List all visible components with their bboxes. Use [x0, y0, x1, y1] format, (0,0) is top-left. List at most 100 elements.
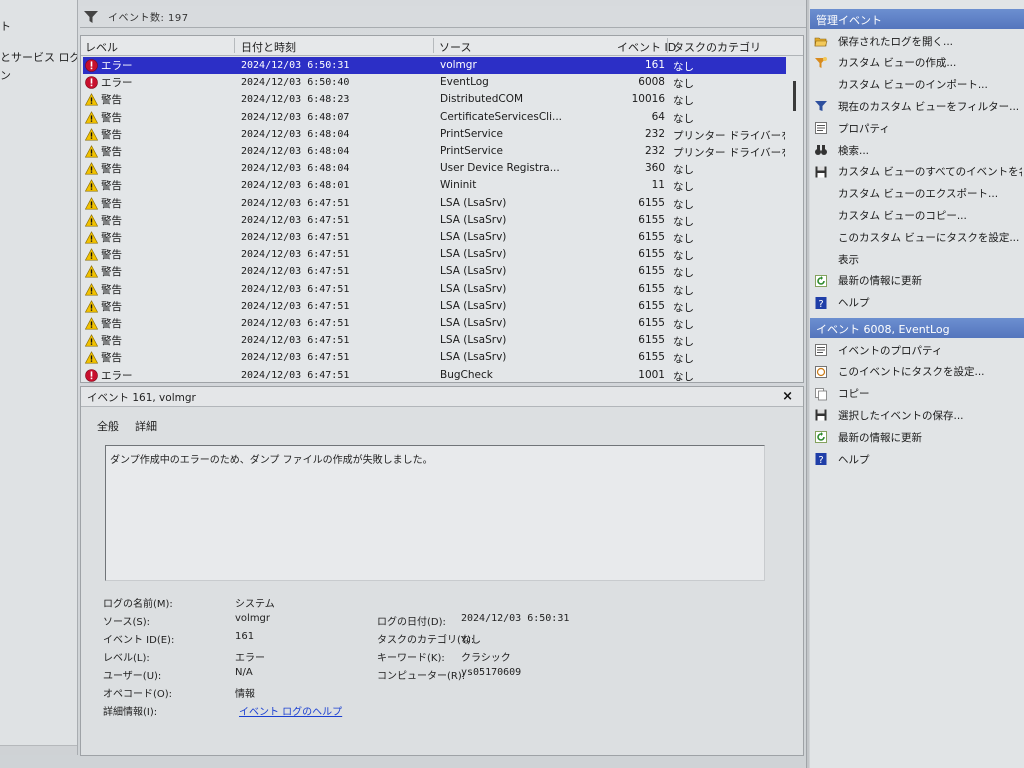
- actions-section-header-admin-events[interactable]: 管理イベント: [810, 9, 1024, 29]
- action-label: コピー: [838, 388, 870, 401]
- keywords-label: キーワード(K):: [377, 653, 445, 664]
- log-name-label: ログの名前(M):: [103, 599, 173, 610]
- event-row[interactable]: 警告 2024/12/03 6:48:04 PrintService 232 プリンター…: [83, 143, 786, 160]
- action-item[interactable]: 検索...: [814, 141, 1022, 159]
- event-row[interactable]: エラー 2024/12/03 6:50:40 EventLog 6008 なし: [83, 74, 786, 91]
- column-separator[interactable]: [667, 38, 668, 53]
- event-log-help-link[interactable]: イベント ログのヘルプ: [239, 703, 342, 718]
- event-row[interactable]: 警告 2024/12/03 6:47:51 LSA (LsaSrv) 6155 なし: [83, 212, 786, 229]
- action-label: 保存されたログを開く...: [838, 35, 954, 48]
- event-source-cell: LSA (LsaSrv): [440, 334, 507, 347]
- event-row[interactable]: 警告 2024/12/03 6:47:51 LSA (LsaSrv) 6155 なし: [83, 298, 786, 315]
- column-header-source[interactable]: ソース: [439, 39, 471, 55]
- action-item[interactable]: ? ヘルプ: [814, 450, 1022, 468]
- event-level-cell: 警告: [85, 160, 235, 177]
- event-row[interactable]: 警告 2024/12/03 6:48:23 DistributedCOM 10016 な…: [83, 91, 786, 108]
- pane-splitter[interactable]: [806, 0, 809, 768]
- action-label: ヘルプ: [838, 453, 870, 466]
- event-row[interactable]: 警告 2024/12/03 6:47:51 LSA (LsaSrv) 6155 なし: [83, 332, 786, 349]
- action-item[interactable]: プロパティ: [814, 119, 1022, 137]
- event-row[interactable]: 警告 2024/12/03 6:47:51 LSA (LsaSrv) 6155 なし: [83, 195, 786, 212]
- warning-icon: [85, 213, 98, 227]
- tab-details[interactable]: 詳細: [135, 418, 157, 435]
- close-icon[interactable]: ×: [782, 389, 793, 404]
- tab-general[interactable]: 全般: [97, 418, 119, 435]
- event-row[interactable]: 警告 2024/12/03 6:48:04 User Device Registra…: [83, 160, 786, 177]
- event-row[interactable]: 警告 2024/12/03 6:47:51 LSA (LsaSrv) 6155 なし: [83, 349, 786, 366]
- action-item[interactable]: 表示: [814, 250, 1022, 268]
- event-source-cell: LSA (LsaSrv): [440, 231, 507, 243]
- actions-section-header-selected-event[interactable]: イベント 6008, EventLog: [810, 318, 1024, 338]
- event-category-cell: なし: [673, 301, 694, 314]
- column-header-date[interactable]: 日付と時刻: [241, 39, 296, 55]
- action-item[interactable]: ? ヘルプ: [814, 294, 1022, 312]
- filter-icon: [815, 101, 827, 112]
- action-item[interactable]: 最新の情報に更新: [814, 272, 1022, 290]
- action-item[interactable]: イベントのプロパティ: [814, 341, 1022, 359]
- event-row[interactable]: 警告 2024/12/03 6:48:04 PrintService 232 プリンター…: [83, 126, 786, 143]
- event-row[interactable]: 警告 2024/12/03 6:47:51 LSA (LsaSrv) 6155 なし: [83, 281, 786, 298]
- action-item[interactable]: 現在のカスタム ビューをフィルター...: [814, 97, 1022, 115]
- action-label: 現在のカスタム ビューをフィルター...: [838, 100, 1020, 113]
- event-date-cell: 2024/12/03 6:47:51: [241, 249, 350, 261]
- action-label: カスタム ビューのインポート...: [838, 79, 988, 92]
- action-item[interactable]: カスタム ビューの作成...: [814, 54, 1022, 72]
- tree-item-1[interactable]: ト: [0, 18, 11, 34]
- event-level-cell: 警告: [85, 281, 235, 298]
- event-level-text: 警告: [101, 352, 122, 365]
- event-level-text: 警告: [101, 266, 122, 279]
- event-date-cell: 2024/12/03 6:47:51: [241, 266, 350, 278]
- tree-item-services-logs[interactable]: とサービス ログ: [0, 49, 77, 65]
- save-icon: [815, 166, 827, 178]
- event-date-cell: 2024/12/03 6:47:51: [241, 352, 350, 364]
- event-list: レベル 日付と時刻 ソース イベント ID タスクのカテゴリ エラー 2024/1…: [80, 35, 804, 383]
- action-item[interactable]: このカスタム ビューにタスクを設定...: [814, 228, 1022, 246]
- column-header-category[interactable]: タスクのカテゴリ: [673, 39, 761, 55]
- action-item[interactable]: 保存されたログを開く...: [814, 32, 1022, 50]
- event-row[interactable]: エラー 2024/12/03 6:47:51 BugCheck 1001 なし: [83, 367, 786, 382]
- task-category-label: タスクのカテゴリ(Y):: [377, 635, 475, 646]
- event-row[interactable]: 警告 2024/12/03 6:47:51 LSA (LsaSrv) 6155 なし: [83, 229, 786, 246]
- event-row[interactable]: 警告 2024/12/03 6:48:01 Wininit 11 なし: [83, 177, 786, 194]
- event-row[interactable]: エラー 2024/12/03 6:50:31 volmgr 161 なし: [83, 57, 786, 74]
- event-level-cell: 警告: [85, 126, 235, 143]
- action-item[interactable]: 選択したイベントの保存...: [814, 406, 1022, 424]
- event-list-scrollbar[interactable]: [789, 57, 801, 382]
- event-description-box[interactable]: ダンプ作成中のエラーのため、ダンプ ファイルの作成が失敗しました。: [105, 445, 765, 581]
- action-item[interactable]: 最新の情報に更新: [814, 428, 1022, 446]
- event-source-cell: LSA (LsaSrv): [440, 196, 507, 209]
- event-row[interactable]: 警告 2024/12/03 6:47:51 LSA (LsaSrv) 6155 なし: [83, 246, 786, 263]
- event-id-cell: 232: [644, 127, 665, 140]
- event-row[interactable]: 警告 2024/12/03 6:47:51 LSA (LsaSrv) 6155 なし: [83, 263, 786, 280]
- column-separator[interactable]: [433, 38, 434, 53]
- action-item[interactable]: カスタム ビューのすべてのイベントを名前を付け: [814, 163, 1022, 181]
- tree-item-3[interactable]: ン: [0, 67, 11, 83]
- warning-icon: [85, 162, 98, 175]
- action-item[interactable]: カスタム ビューのエクスポート...: [814, 185, 1022, 203]
- event-source-cell: BugCheck: [440, 368, 493, 381]
- scrollbar-thumb[interactable]: [793, 81, 796, 111]
- event-row[interactable]: 警告 2024/12/03 6:47:51 LSA (LsaSrv) 6155 なし: [83, 315, 786, 332]
- event-date-cell: 2024/12/03 6:50:40: [241, 77, 350, 89]
- tree-horizontal-scrollbar[interactable]: [0, 745, 77, 755]
- event-source-cell: volmgr: [440, 59, 477, 71]
- event-category-cell: なし: [673, 112, 694, 125]
- event-date-cell: 2024/12/03 6:47:51: [241, 335, 350, 347]
- event-level-cell: 警告: [85, 246, 235, 263]
- action-item[interactable]: このイベントにタスクを設定...: [814, 363, 1022, 381]
- event-category-cell: なし: [673, 336, 694, 349]
- error-icon: [85, 76, 98, 89]
- column-header-level[interactable]: レベル: [85, 39, 118, 55]
- error-icon: [85, 59, 98, 72]
- event-source-cell: LSA (LsaSrv): [440, 317, 507, 329]
- event-category-cell: なし: [673, 78, 694, 91]
- action-item[interactable]: カスタム ビューのコピー...: [814, 206, 1022, 224]
- help-icon: ?: [815, 453, 827, 466]
- filter-funnel-icon[interactable]: [84, 10, 98, 23]
- event-row[interactable]: 警告 2024/12/03 6:48:07 CertificateServicesC…: [83, 109, 786, 126]
- action-item[interactable]: カスタム ビューのインポート...: [814, 76, 1022, 94]
- event-category-cell: なし: [673, 353, 694, 366]
- action-item[interactable]: コピー: [814, 385, 1022, 403]
- event-id-cell: 6155: [638, 299, 665, 312]
- column-separator[interactable]: [234, 38, 235, 53]
